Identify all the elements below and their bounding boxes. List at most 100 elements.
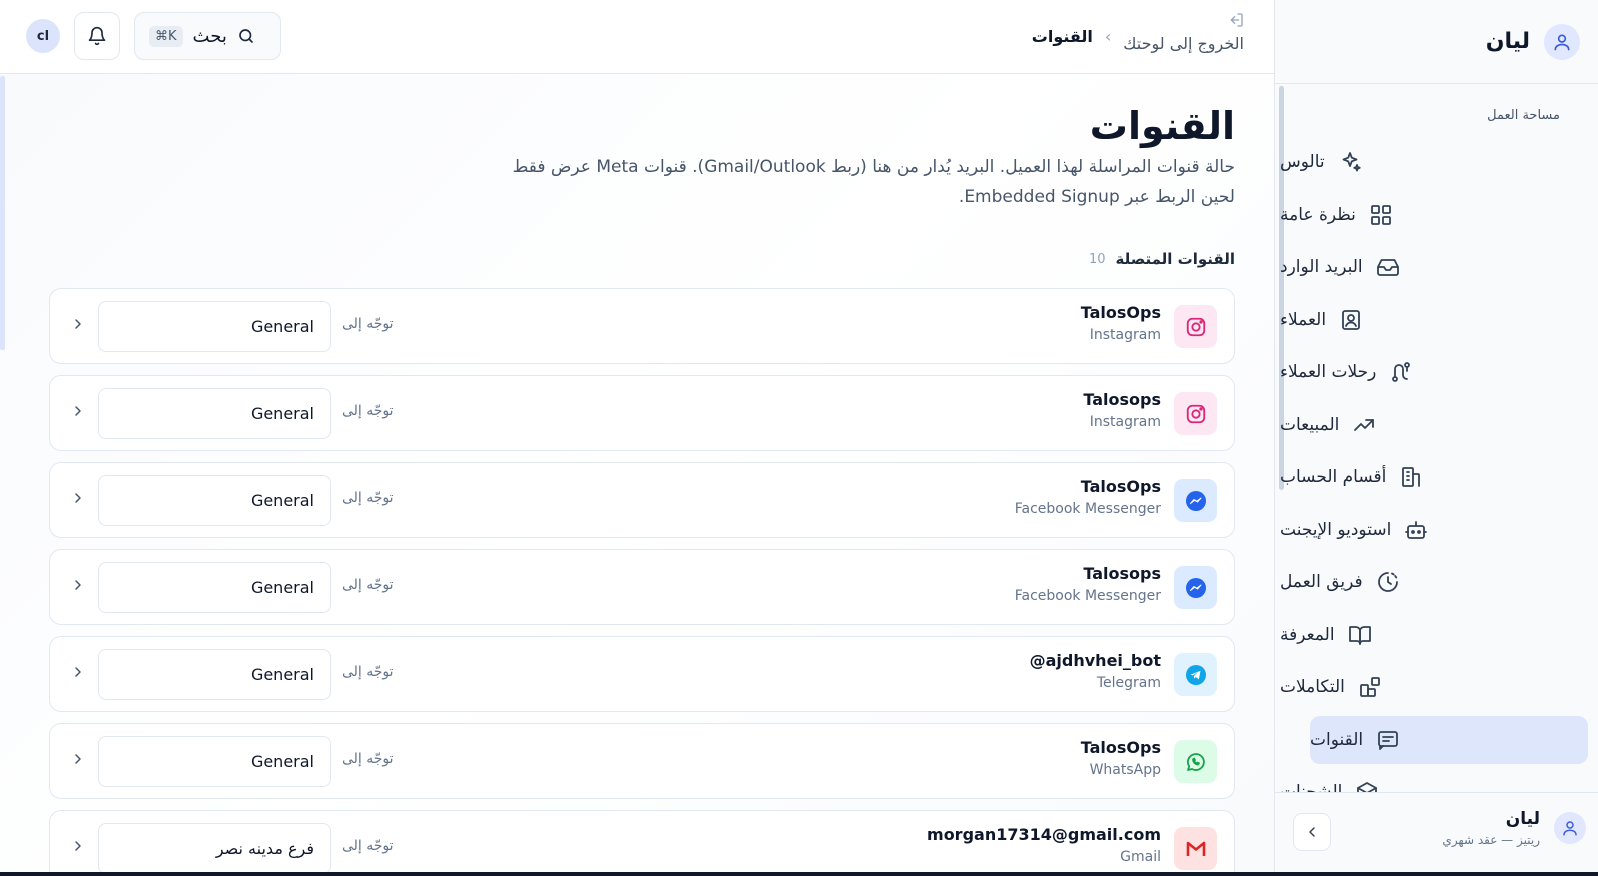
sidebar-item-0[interactable]: تالوس [1280, 136, 1598, 189]
channel-type: Facebook Messenger [1014, 588, 1161, 604]
main-scrollbar[interactable] [0, 76, 5, 350]
whatsapp-icon [1174, 740, 1217, 783]
section-count: 10 [1088, 251, 1106, 267]
user-icon [1544, 23, 1580, 60]
department-select[interactable]: General [98, 736, 331, 787]
chevron-right-icon[interactable] [70, 403, 86, 423]
department-select[interactable]: General [98, 301, 331, 352]
channel-name: TalosOps [1080, 477, 1161, 496]
sidebar-item-2[interactable]: البريد الوارد [1280, 241, 1598, 294]
topbar: cl ⌘K بحث القنوات ‹ الخروج إلى لوحتك [0, 0, 1274, 74]
message-icon [1375, 727, 1401, 753]
department-select[interactable]: General [98, 388, 331, 439]
channel-type: WhatsApp [1089, 762, 1161, 778]
route-label: توجّه إلى [342, 838, 394, 854]
channel-card[interactable]: TalosOps WhatsApp توجّه إلى General [49, 723, 1235, 799]
instagram-icon [1174, 392, 1217, 435]
channel-type: Facebook Messenger [1014, 501, 1161, 517]
sidebar-footer: ليان ريتيز — عقد شهري [1275, 792, 1598, 872]
instagram-icon [1174, 305, 1217, 348]
sidebar-item-label: فريق العمل [1280, 572, 1363, 593]
channel-name: TalosOps [1080, 738, 1161, 757]
channel-card[interactable]: @ajdhvhei_bot Telegram توجّه إلى General [49, 636, 1235, 712]
collapse-sidebar-button[interactable] [1293, 813, 1331, 851]
notifications-button[interactable] [74, 12, 120, 60]
main-content: القنوات حالة قنوات المراسلة لهذا العميل.… [0, 74, 1274, 872]
channel-type: Gmail [1120, 849, 1161, 865]
sidebar-item-3[interactable]: العملاء [1280, 294, 1598, 347]
inbox-icon [1375, 254, 1401, 280]
gmail-icon [1174, 827, 1217, 870]
sidebar-item-label: استوديو الإيجنت [1280, 519, 1392, 540]
department-select[interactable]: فرع مدينه نصر [98, 823, 331, 872]
workspace-section-label: مساحة العمل [1487, 108, 1560, 123]
sidebar-item-9[interactable]: المعرفة [1280, 609, 1598, 662]
channel-card[interactable]: TalosOps Facebook Messenger توجّه إلى Gener… [49, 462, 1235, 538]
contact-icon [1338, 307, 1364, 333]
channel-card[interactable]: Talosops Instagram توجّه إلى General [49, 375, 1235, 451]
chevron-left-icon [1309, 827, 1315, 837]
channel-name: Talosops [1083, 390, 1161, 409]
sidebar-item-1[interactable]: نظرة عامة [1280, 189, 1598, 242]
user-icon [1554, 812, 1586, 844]
department-select[interactable]: General [98, 649, 331, 700]
chevron-right-icon[interactable] [70, 751, 86, 771]
org-name: ليان [1485, 29, 1530, 54]
breadcrumb-current: القنوات [1031, 27, 1093, 46]
footer-user[interactable]: ليان ريتيز — عقد شهري [1442, 809, 1586, 847]
messenger-icon [1174, 479, 1217, 522]
bot-icon [1403, 517, 1429, 543]
messenger-icon [1174, 566, 1217, 609]
route-label: توجّه إلى [342, 490, 394, 506]
sidebar-header[interactable]: ليان [1275, 0, 1598, 84]
channel-card[interactable]: Talosops Facebook Messenger توجّه إلى Gener… [49, 549, 1235, 625]
log-out-icon [1123, 12, 1244, 32]
chevron-right-icon[interactable] [70, 838, 86, 858]
sidebar-item-label: تالوس [1280, 152, 1325, 173]
route-label: توجّه إلى [342, 577, 394, 593]
chevron-right-icon[interactable] [70, 664, 86, 684]
page-title: القنوات [1089, 104, 1235, 148]
sidebar-item-label: التكاملات [1280, 677, 1345, 698]
search-shortcut: ⌘K [149, 25, 183, 47]
clock-icon [1375, 569, 1401, 595]
sidebar-item-label: المعرفة [1280, 624, 1335, 645]
bell-icon [88, 26, 106, 46]
sidebar-item-label: العملاء [1280, 309, 1327, 330]
channel-list: TalosOps Instagram توجّه إلى General Talosop… [49, 288, 1235, 872]
sidebar-item-label: أقسام الحساب [1280, 467, 1387, 488]
sidebar-item-6[interactable]: أقسام الحساب [1280, 451, 1598, 504]
footer-user-name: ليان [1505, 809, 1540, 829]
sidebar-item-8[interactable]: فريق العمل [1280, 556, 1598, 609]
connected-channels-header: القنوات المتصلة 10 [1089, 250, 1235, 268]
building-icon [1398, 464, 1424, 490]
sidebar-item-4[interactable]: رحلات العملاء [1280, 346, 1598, 399]
search-button[interactable]: ⌘K بحث [134, 12, 281, 60]
channel-card[interactable]: morgan17314@gmail.com Gmail توجّه إلى فرع م… [49, 810, 1235, 872]
route-label: توجّه إلى [342, 316, 394, 332]
book-icon [1347, 622, 1373, 648]
channel-name: TalosOps [1080, 303, 1161, 322]
breadcrumb: القنوات ‹ الخروج إلى لوحتك [1032, 12, 1244, 53]
footer-user-plan: ريتيز — عقد شهري [1442, 833, 1540, 847]
sidebar-item-5[interactable]: المبيعات [1280, 399, 1598, 452]
sidebar-item-7[interactable]: استوديو الإيجنت [1280, 504, 1598, 557]
department-select[interactable]: General [98, 475, 331, 526]
route-label: توجّه إلى [342, 664, 394, 680]
sidebar-item-11[interactable]: القنوات [1310, 715, 1588, 764]
channel-type: Instagram [1089, 414, 1161, 430]
exit-to-dashboard-link[interactable]: الخروج إلى لوحتك [1123, 12, 1244, 53]
department-select[interactable]: General [98, 562, 331, 613]
chevron-right-icon[interactable] [70, 490, 86, 510]
sidebar-item-10[interactable]: التكاملات [1280, 661, 1598, 714]
channel-type: Instagram [1089, 327, 1161, 343]
breadcrumb-exit-label: الخروج إلى لوحتك [1123, 34, 1244, 53]
sidebar: ليان مساحة العمل تالوس نظرة عامة البريد ال… [1274, 0, 1598, 872]
blocks-icon [1357, 674, 1383, 700]
route-label: توجّه إلى [342, 751, 394, 767]
chevron-right-icon[interactable] [70, 316, 86, 336]
channel-card[interactable]: TalosOps Instagram توجّه إلى General [49, 288, 1235, 364]
chevron-right-icon[interactable] [70, 577, 86, 597]
sparkles-icon [1337, 149, 1363, 175]
avatar[interactable]: cl [26, 19, 60, 53]
